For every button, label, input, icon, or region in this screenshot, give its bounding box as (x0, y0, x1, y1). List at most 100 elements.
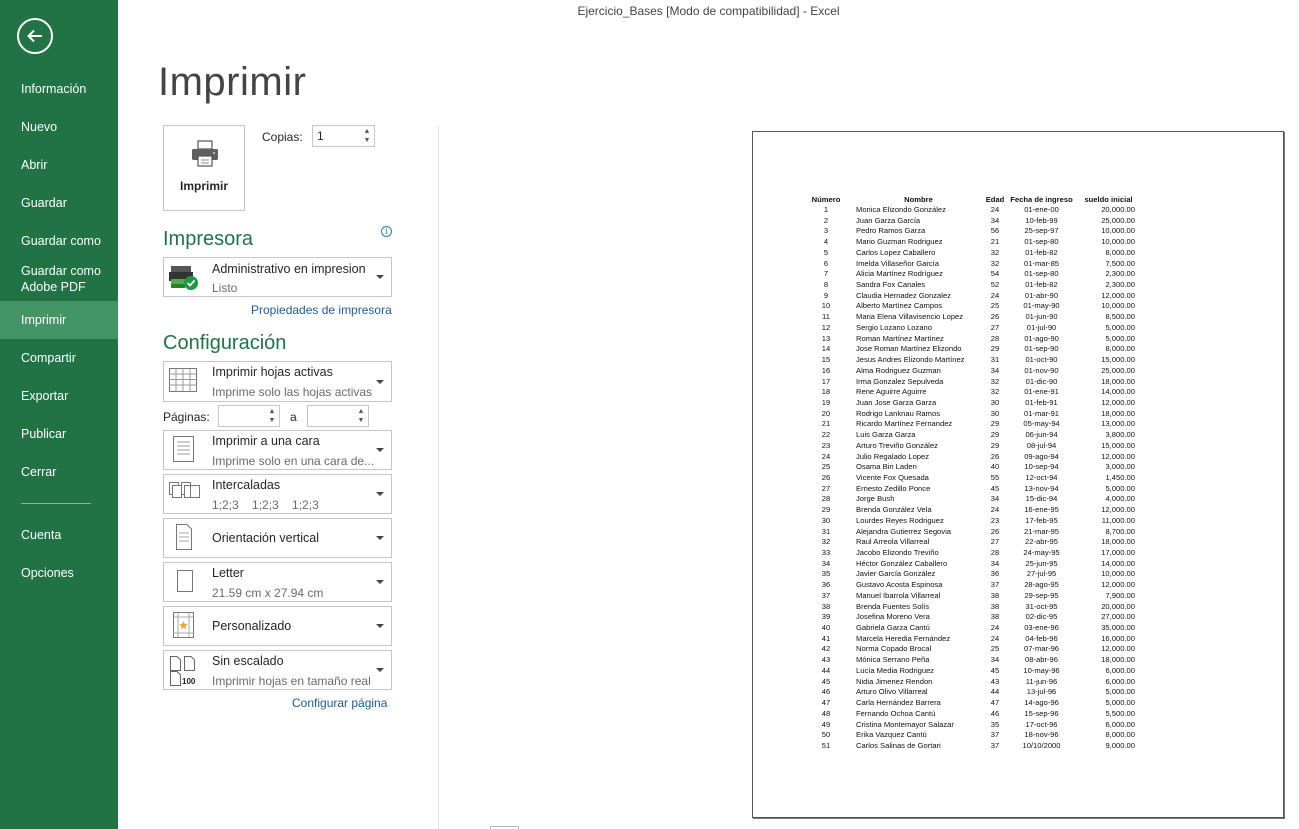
cell-edad: 37 (990, 740, 1000, 750)
cell-numero: 47 (821, 698, 831, 708)
cell-fecha: 01-ene-00 (1024, 205, 1059, 214)
table-row: 31 Alejandra Gutierrez Segovia 26 21-mar-95… (798, 527, 1139, 538)
nav-imprimir[interactable]: Imprimir (0, 301, 118, 339)
cell-edad: 34 (990, 215, 1000, 225)
table-row: 23 Arturo Treviño González 29 08-jul-94 15,0… (798, 441, 1139, 452)
print-button[interactable]: Imprimir (163, 125, 245, 211)
cell-numero: 35 (821, 569, 831, 579)
backstage-sidebar: Información Nuevo Abrir Guardar Guardar … (0, 0, 118, 829)
page-setup-link[interactable]: Configurar página (292, 696, 387, 710)
cell-fecha: 13-jul-96 (1026, 687, 1057, 697)
cell-nombre: Mónica Serrano Peña (856, 655, 930, 665)
nav-compartir[interactable]: Compartir (0, 339, 118, 377)
cell-nombre: Irma Gonzalez Sepulveda (856, 376, 944, 386)
printer-icon (190, 140, 220, 173)
sides-dropdown[interactable]: Imprimir a una cara Imprime solo en una … (163, 430, 392, 470)
cell-nombre: Raul Arreola Villarreal (856, 537, 930, 547)
copies-input[interactable] (313, 126, 362, 146)
cell-fecha: 12-oct-94 (1025, 472, 1058, 482)
cell-numero: 31 (821, 526, 831, 536)
cell-nombre: Pedro Ramos Garza (856, 226, 926, 236)
paper-size-dropdown[interactable]: Letter 21.59 cm x 27.94 cm (163, 562, 392, 602)
cell-sueldo: 6,000.00 (1105, 719, 1135, 729)
cell-fecha: 07-mar-96 (1023, 644, 1060, 654)
cell-edad: 29 (990, 344, 1000, 354)
table-row: 39 Josefina Moreno Vera 38 02-dic-95 27,000.… (798, 612, 1139, 623)
cell-edad: 29 (990, 430, 1000, 440)
scaling-sub: Imprimir hojas en tamaño real (212, 674, 371, 688)
cell-numero: 40 (821, 623, 831, 633)
cell-sueldo: 15,000.00 (1101, 355, 1135, 365)
cell-nombre: Carla Hernández Barrera (856, 698, 941, 708)
cell-fecha: 04-feb-96 (1025, 633, 1058, 643)
info-icon[interactable]: i (381, 226, 392, 237)
cell-fecha: 10-sep-94 (1024, 462, 1059, 472)
cell-fecha: 17-oct-96 (1025, 719, 1058, 729)
table-row: 15 Jesus Andres Elizondo Martínez 31 01-oct… (798, 355, 1139, 366)
print-button-label: Imprimir (179, 179, 228, 193)
nav-publicar[interactable]: Publicar (0, 415, 118, 453)
pages-to-input[interactable] (308, 406, 356, 426)
nav-informacion[interactable]: Información (0, 70, 118, 108)
cell-sueldo: 18,000.00 (1101, 376, 1135, 386)
print-what-dropdown[interactable]: Imprimir hojas activas Imprime solo las … (163, 361, 392, 402)
nav-guardar-como[interactable]: Guardar como (0, 222, 118, 260)
table-row: 51 Carlos Salinas de Gortari 37 10/10/2000 9… (798, 741, 1139, 752)
margins-dropdown[interactable]: Personalizado (163, 606, 392, 646)
cell-edad: 34 (990, 558, 1000, 568)
nav-cuenta[interactable]: Cuenta (0, 516, 118, 554)
cell-fecha: 01-dic-90 (1025, 376, 1058, 386)
nav-opciones[interactable]: Opciones (0, 554, 118, 592)
cell-nombre: Alejandra Gutierrez Segovia (856, 526, 951, 536)
nav-guardar[interactable]: Guardar (0, 184, 118, 222)
print-what-main: Imprimir hojas activas (212, 365, 333, 379)
printer-name: Administrativo en impresion (212, 262, 366, 276)
orientation-dropdown[interactable]: Orientación vertical (163, 518, 392, 558)
table-row: 7 Alicia Martínez Rodríguez 54 01-sep-80 2,3… (798, 269, 1139, 280)
printer-properties-link[interactable]: Propiedades de impresora (251, 303, 392, 317)
cell-numero: 19 (821, 397, 831, 407)
settings-section-title: Configuración (163, 332, 287, 354)
cell-fecha: 01-jun-90 (1025, 312, 1058, 322)
nav-nuevo[interactable]: Nuevo (0, 108, 118, 146)
spin-arrows-icon[interactable]: ▲ ▼ (362, 127, 372, 145)
cell-nombre: Lucía Media Rodriguez (856, 665, 935, 675)
spin-arrows-icon[interactable]: ▲ ▼ (267, 407, 277, 425)
custom-margins-icon (168, 611, 202, 641)
chevron-down-icon (376, 379, 384, 384)
cell-fecha: 15-sep-96 (1024, 708, 1059, 718)
nav-cerrar[interactable]: Cerrar (0, 453, 118, 491)
cell-edad: 34 (990, 494, 1000, 504)
scaling-dropdown[interactable]: 100 Sin escalado Imprimir hojas en tamañ… (163, 650, 392, 690)
pages-from-stepper[interactable]: ▲ ▼ (218, 405, 280, 427)
copies-stepper[interactable]: ▲▼ (312, 125, 375, 147)
nav-exportar[interactable]: Exportar (0, 377, 118, 415)
collate-dropdown[interactable]: Intercaladas 1;2;3 1;2;3 1;2;3 (163, 474, 392, 514)
back-arrow-icon[interactable] (17, 18, 53, 54)
panel-divider (438, 125, 439, 829)
table-row: 1 Monica Elizondo González 24 01-ene-00 20,0… (798, 205, 1139, 216)
cell-nombre: Héctor González Caballero (856, 558, 948, 568)
cell-numero: 10 (821, 301, 831, 311)
pages-to-stepper[interactable]: ▲ ▼ (307, 405, 369, 427)
pages-from-input[interactable] (219, 406, 267, 426)
printer-ready-icon (168, 262, 202, 292)
printer-dropdown[interactable]: Administrativo en impresion Listo (163, 257, 392, 297)
cell-edad: 24 (990, 623, 1000, 633)
table-row: 33 Jacobo Elizondo Treviño 28 24-may-95 17,0… (798, 548, 1139, 559)
nav-abrir[interactable]: Abrir (0, 146, 118, 184)
cell-fecha: 06-jun-94 (1025, 430, 1058, 440)
cell-edad: 24 (990, 290, 1000, 300)
collated-icon (168, 479, 202, 509)
cell-numero: 29 (821, 505, 831, 515)
cell-sueldo: 18,000.00 (1101, 537, 1135, 547)
cell-numero: 24 (821, 451, 831, 461)
table-row: 3 Pedro Ramos Garza 56 25-sep-97 10,000.00 (798, 226, 1139, 237)
cell-numero: 2 (823, 215, 829, 225)
cell-nombre: Monica Elizondo González (856, 205, 946, 214)
spin-arrows-icon[interactable]: ▲ ▼ (356, 407, 366, 425)
cell-edad: 36 (990, 569, 1000, 579)
nav-guardar-como-pdf[interactable]: Guardar como Adobe PDF (0, 260, 118, 301)
cell-numero: 45 (821, 676, 831, 686)
cell-fecha: 29-sep-95 (1024, 590, 1059, 600)
